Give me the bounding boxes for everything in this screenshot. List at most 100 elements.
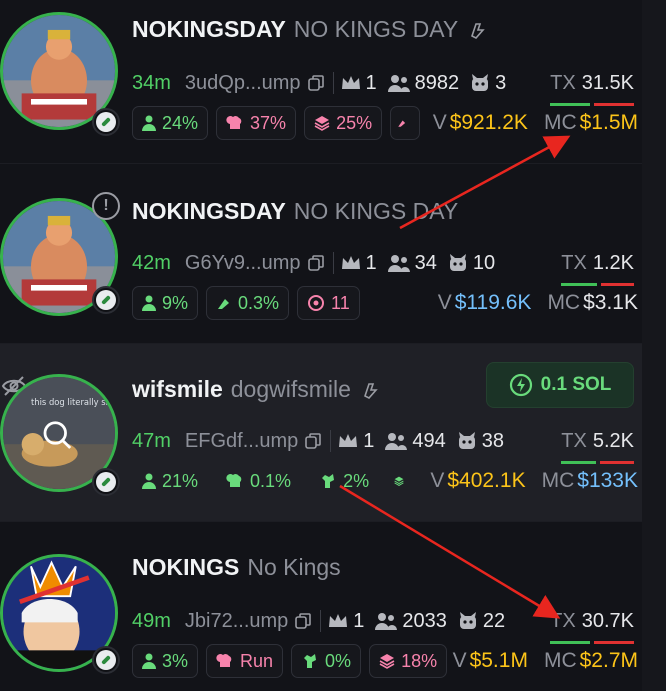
snipers-chip[interactable]: 11 [297, 286, 360, 320]
token-title[interactable]: NOKINGSDAY NO KINGS DAY [132, 16, 488, 43]
layers-icon [379, 654, 395, 669]
dev-holding-chip[interactable]: 37% [216, 106, 297, 140]
chip-value: 24% [162, 112, 199, 133]
scrollbar-track[interactable] [642, 0, 666, 691]
volume-value: $5.1M [469, 649, 528, 672]
chip-value: 0.1% [250, 470, 292, 491]
token-name: No Kings [247, 554, 341, 580]
token-address[interactable]: Jbi72...ump [185, 610, 288, 633]
layers-icon [314, 116, 330, 131]
layers-icon [394, 476, 404, 486]
copy-icon[interactable] [307, 74, 325, 92]
chip-value: 0.3% [238, 292, 280, 313]
tx-count: 30.7K [581, 609, 634, 632]
holders-count: 2033 [402, 609, 447, 632]
token-name: dogwifsmile [230, 376, 351, 402]
volume-value: $402.1K [447, 469, 526, 492]
pump-social-icon[interactable] [361, 380, 381, 400]
bots-stat: 10 [447, 252, 495, 275]
token-age: 42m [132, 251, 171, 274]
token-ticker: NOKINGS [132, 554, 240, 580]
token-address[interactable]: EFGdf...ump [185, 430, 298, 453]
bundle-chip[interactable]: 18% [369, 644, 448, 678]
token-row[interactable]: this dog literally smiled at me wifsmile… [0, 344, 642, 522]
holders-count: 34 [414, 251, 437, 274]
volume-marketcap: V $119.6K MC $3.1K [438, 286, 638, 320]
holders-stat: 2033 [374, 610, 447, 633]
marketcap-label: MC [547, 291, 581, 314]
volume-value: $119.6K [454, 291, 532, 314]
target-icon [308, 295, 325, 311]
token-ticker: NOKINGSDAY [132, 16, 286, 42]
dev-holding-chip[interactable]: Run [206, 644, 284, 678]
chip-value: 11 [331, 292, 350, 313]
crown-stat: 1 [327, 610, 364, 633]
top10-holders-chip[interactable]: 24% [132, 106, 209, 140]
chef-hat-icon [226, 116, 242, 129]
holders-count: 494 [412, 429, 446, 452]
token-title[interactable]: wifsmile dogwifsmile [132, 376, 381, 403]
bots-count: 22 [482, 609, 506, 632]
tx-label: TX [561, 251, 587, 274]
pump-social-icon[interactable] [468, 20, 488, 40]
volume-marketcap: V $921.2K MC $1.5M [433, 106, 638, 140]
crown-count: 1 [363, 429, 375, 452]
chip-value: 3% [162, 650, 189, 671]
crown-stat: 1 [337, 430, 374, 453]
bots-stat: 3 [469, 72, 506, 95]
bots-count: 10 [472, 251, 496, 274]
chip-value: 0% [325, 650, 352, 671]
crown-icon [329, 614, 348, 627]
token-row[interactable]: NOKINGS No Kings 49m Jbi72...ump 1 2033 … [0, 522, 642, 691]
pill-icon [92, 286, 120, 314]
bundle-chip[interactable]: 25% [304, 106, 383, 140]
gas-chip[interactable]: 0.3% [206, 286, 290, 320]
copy-icon[interactable] [304, 432, 322, 450]
quick-buy-button[interactable]: 0.1 SOL [486, 362, 634, 408]
copy-icon[interactable] [294, 612, 312, 630]
token-title[interactable]: NOKINGS No Kings [132, 554, 341, 581]
volume-label: V [430, 469, 445, 492]
top10-holders-chip[interactable]: 3% [132, 644, 199, 678]
lightning-icon [509, 373, 532, 397]
token-chips: 3% Run 0% 18% [132, 644, 455, 678]
tx-count: 31.5K [581, 71, 634, 94]
token-chips: 21% 0.1% 2% [132, 464, 425, 498]
token-address[interactable]: 3udQp...ump [185, 72, 301, 95]
chip-value: 21% [162, 470, 199, 491]
marketcap-value: $1.5M [579, 111, 638, 134]
tx-count: 5.2K [592, 429, 634, 452]
dev-holding-chip[interactable]: 0.1% [216, 464, 301, 498]
top10-holders-chip[interactable]: 21% [132, 464, 208, 498]
bots-count: 3 [495, 71, 507, 94]
tx-stat: TX 5.2K [561, 426, 634, 464]
truncated-chip[interactable] [390, 106, 421, 140]
token-row[interactable]: NOKINGSDAY NO KINGS DAY 34m 3udQp...ump … [0, 0, 642, 164]
token-row[interactable]: ! NOKINGSDAY NO KINGS DAY 42m G6Yv9...um… [0, 164, 642, 344]
token-feed: NOKINGSDAY NO KINGS DAY 34m 3udQp...ump … [0, 0, 666, 691]
holders-count: 8982 [414, 71, 460, 94]
truncated-chip[interactable] [387, 464, 417, 498]
image-caption: this dog literally smiled at me [31, 397, 115, 407]
copy-icon[interactable] [307, 254, 325, 272]
sniper-icon [304, 654, 317, 668]
sniper-icon [322, 474, 335, 488]
token-chips: 9% 0.3% 11 [132, 286, 368, 320]
snipers-chip[interactable]: 0% [291, 644, 362, 678]
bot-icon [449, 254, 466, 271]
token-age: 47m [132, 429, 171, 452]
holders-icon [385, 433, 408, 450]
token-address[interactable]: G6Yv9...ump [185, 252, 301, 275]
warning-icon[interactable]: ! [92, 192, 120, 220]
user-icon [142, 473, 156, 489]
separator [330, 430, 332, 452]
crown-icon [339, 434, 358, 447]
holders-stat: 494 [384, 429, 446, 453]
snipers-chip[interactable]: 2% [309, 464, 379, 498]
pill-icon [92, 468, 120, 496]
token-title[interactable]: NOKINGSDAY NO KINGS DAY [132, 198, 458, 225]
marketcap-label: MC [543, 649, 577, 672]
top10-holders-chip[interactable]: 9% [132, 286, 199, 320]
crown-stat: 1 [340, 72, 377, 95]
marketcap-label: MC [543, 111, 577, 134]
